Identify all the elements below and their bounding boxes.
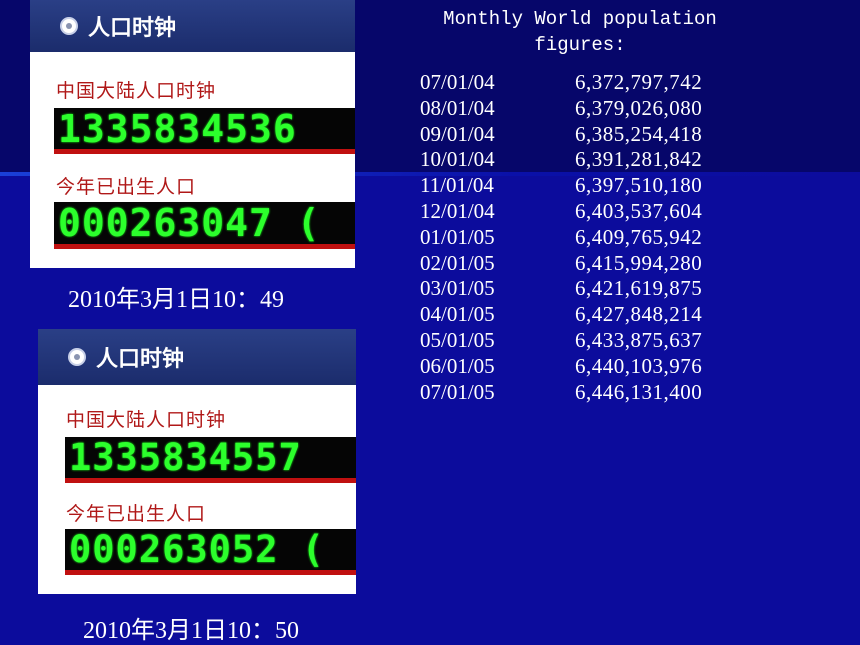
population-row: 10/01/04 6,391,281,842 xyxy=(420,147,735,173)
widget-title: 人口时钟 xyxy=(96,347,185,372)
population-row: 09/01/04 6,385,254,418 xyxy=(420,122,735,148)
population-value: 6,440,103,976 xyxy=(575,353,703,378)
population-date: 11/01/04 xyxy=(420,173,494,198)
births-label: 今年已出生人口 xyxy=(66,503,207,525)
population-date: 07/01/04 xyxy=(420,70,495,94)
population-value: 6,403,537,604 xyxy=(575,198,703,223)
population-date: 01/01/05 xyxy=(420,224,495,249)
mainland-population-counter: 1335834557 xyxy=(65,437,356,483)
population-date: 06/01/05 xyxy=(420,353,495,378)
population-value: 6,415,994,280 xyxy=(575,250,703,275)
population-value: 6,433,875,637 xyxy=(575,327,703,352)
births-counter: 000263047 ( xyxy=(54,202,355,249)
widget-header: 人口时钟 xyxy=(38,329,356,385)
population-value: 6,427,848,214 xyxy=(575,302,703,327)
population-row: 12/01/04 6,403,537,604 xyxy=(420,199,735,225)
births-counter: 000263052 ( xyxy=(65,529,356,575)
population-row: 01/01/05 6,409,765,942 xyxy=(420,225,735,251)
population-row: 04/01/05 6,427,848,214 xyxy=(420,302,735,328)
population-clock-widget-1: 人口时钟 中国大陆人口时钟 1335834536 今年已出生人口 0002630… xyxy=(30,0,355,268)
population-date: 05/01/05 xyxy=(420,327,495,352)
population-value: 6,397,510,180 xyxy=(575,173,703,198)
radio-icon xyxy=(60,17,78,35)
population-row: 03/01/05 6,421,619,875 xyxy=(420,276,735,302)
population-date: 09/01/04 xyxy=(420,121,495,146)
population-row: 02/01/05 6,415,994,280 xyxy=(420,251,735,277)
mainland-population-digits: 1335834557 xyxy=(69,437,302,479)
timestamp-caption-1: 2010年3月1日10：49 xyxy=(68,287,284,313)
population-row: 07/01/04 6,372,797,742 xyxy=(420,70,735,96)
population-date: 10/01/04 xyxy=(420,147,495,172)
population-row: 07/01/05 6,446,131,400 xyxy=(420,380,735,406)
births-digits: 000263052 ( xyxy=(69,529,326,571)
radio-icon xyxy=(68,348,86,366)
population-date: 03/01/05 xyxy=(420,276,495,301)
timestamp-caption-2: 2010年3月1日10：50 xyxy=(83,618,299,644)
population-value: 6,372,797,742 xyxy=(575,70,703,94)
population-value: 6,409,765,942 xyxy=(575,224,703,249)
mainland-population-counter: 1335834536 xyxy=(54,108,355,154)
population-date: 07/01/05 xyxy=(420,379,495,404)
widget-header: 人口时钟 xyxy=(30,0,355,52)
population-row: 08/01/04 6,379,026,080 xyxy=(420,96,735,122)
population-table-title: Monthly World population figures: xyxy=(443,8,717,56)
population-row: 11/01/04 6,397,510,180 xyxy=(420,173,735,199)
population-date: 02/01/05 xyxy=(420,250,495,275)
population-value: 6,421,619,875 xyxy=(575,276,703,301)
population-date: 08/01/04 xyxy=(420,95,495,120)
population-date: 04/01/05 xyxy=(420,302,495,327)
population-clock-widget-2: 人口时钟 中国大陆人口时钟 1335834557 今年已出生人口 0002630… xyxy=(38,329,356,594)
population-row: 06/01/05 6,440,103,976 xyxy=(420,354,735,380)
births-digits: 000263047 ( xyxy=(58,202,321,245)
mainland-clock-label: 中国大陆人口时钟 xyxy=(66,409,227,431)
population-value: 6,446,131,400 xyxy=(575,379,703,404)
mainland-population-digits: 1335834536 xyxy=(58,108,297,151)
widget-title: 人口时钟 xyxy=(88,16,177,41)
population-value: 6,379,026,080 xyxy=(575,95,703,120)
mainland-clock-label: 中国大陆人口时钟 xyxy=(56,80,217,102)
population-value: 6,391,281,842 xyxy=(575,147,703,172)
births-label: 今年已出生人口 xyxy=(56,176,197,198)
population-row: 05/01/05 6,433,875,637 xyxy=(420,328,735,354)
population-value: 6,385,254,418 xyxy=(575,121,703,146)
population-date: 12/01/04 xyxy=(420,198,495,223)
population-table: 07/01/04 6,372,797,742 08/01/04 6,379,026,0… xyxy=(420,70,735,405)
